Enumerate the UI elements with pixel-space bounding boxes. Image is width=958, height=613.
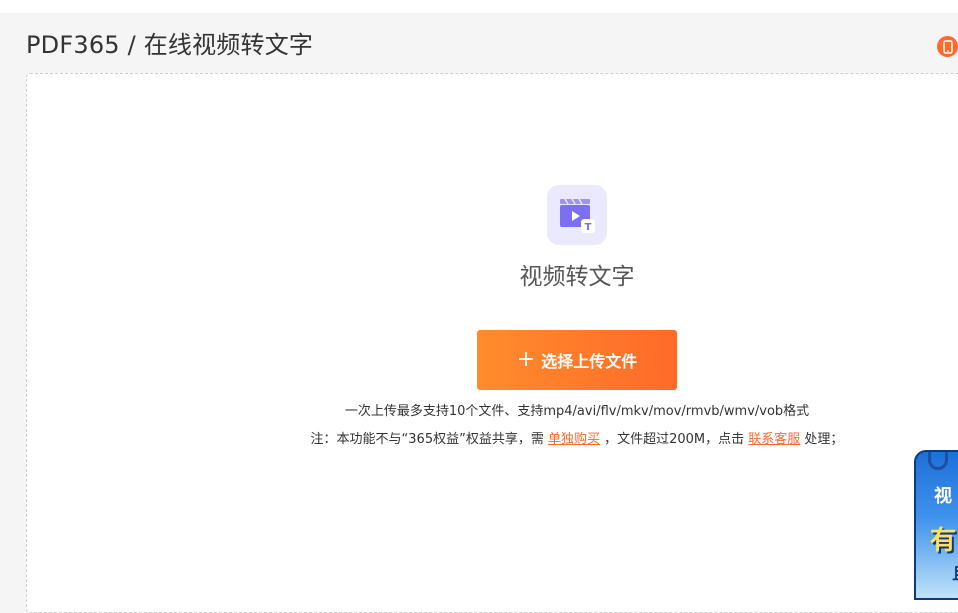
usage-note: 注：本功能不与“365权益”权益共享，需 单独购买 ，文件超过200M，点击 联… bbox=[277, 430, 877, 450]
upload-file-button[interactable]: + 选择上传文件 bbox=[477, 330, 677, 390]
promo-text-2: 有 bbox=[930, 526, 957, 556]
plus-icon: + bbox=[516, 347, 536, 372]
upload-button-label: 选择上传文件 bbox=[541, 352, 638, 371]
top-strip bbox=[0, 0, 958, 13]
upload-panel[interactable]: T 视频转文字 + 选择上传文件 一次上传最多支持10个文件、支持mp4/avi… bbox=[26, 73, 958, 613]
usage-note-prefix: 注：本功能不与“365权益”权益共享，需 bbox=[310, 432, 548, 447]
promo-text-1: 视 bbox=[934, 486, 952, 507]
usage-note-middle: ，文件超过200M，点击 bbox=[599, 432, 749, 447]
mobile-phone-icon[interactable] bbox=[937, 36, 958, 57]
page-title: PDF365 / 在线视频转文字 bbox=[26, 31, 314, 59]
usage-note-suffix: 处理； bbox=[800, 432, 844, 447]
promo-text-3: 且 bbox=[952, 560, 958, 584]
promo-banner[interactable]: 视 有 且 bbox=[914, 450, 958, 600]
contact-support-link[interactable]: 联系客服 bbox=[748, 432, 800, 447]
svg-text:T: T bbox=[585, 222, 592, 233]
format-note: 一次上传最多支持10个文件、支持mp4/avi/flv/mkv/mov/rmvb… bbox=[344, 404, 810, 419]
hook-icon bbox=[928, 452, 948, 470]
purchase-link[interactable]: 单独购买 bbox=[548, 432, 600, 447]
tool-title: 视频转文字 bbox=[519, 264, 635, 290]
video-to-text-icon: T bbox=[547, 185, 607, 245]
